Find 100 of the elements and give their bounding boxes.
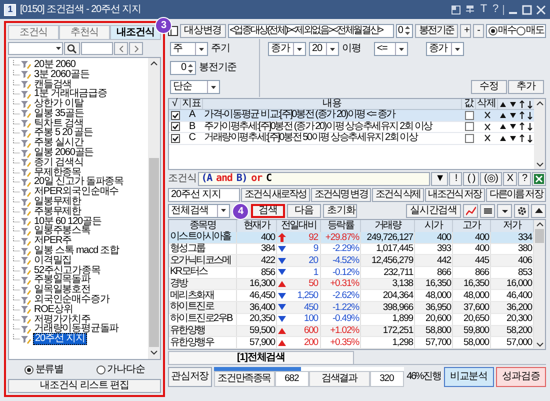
button[interactable]: 다음 — [287, 204, 321, 218]
dropdown[interactable]: 종가 — [268, 42, 306, 56]
dropdown[interactable]: 단순 — [170, 80, 220, 94]
dropdown[interactable]: <= — [374, 42, 408, 56]
radio-button[interactable] — [24, 364, 34, 374]
tree-item[interactable]: ROE상위 — [33, 304, 74, 315]
delete-icon[interactable] — [484, 122, 490, 131]
table-row[interactable]: 오가닉티코스메 422 20 -4.52% 12,456,279 442 445 406 — [169, 255, 534, 268]
tree-item[interactable]: 일봉무제한 — [33, 197, 82, 208]
name-field[interactable]: 20주선 지지 — [168, 188, 240, 202]
table-row[interactable]: 경방 16,300 50 +0.31% 3,138 16,350 16,350 16,000 — [169, 278, 534, 290]
tree-item[interactable]: 주봉무제한 — [33, 206, 82, 217]
radio-label[interactable]: 매수 — [498, 26, 516, 36]
checkbox[interactable] — [170, 134, 180, 143]
button[interactable]: 초기화 — [323, 204, 357, 218]
button[interactable]: 수정 — [471, 80, 507, 94]
button[interactable]: 다른이름 저장 — [486, 188, 546, 202]
delete-icon[interactable] — [484, 134, 490, 142]
table-row[interactable]: 형성그룹 384 9 -2.29% 1,017,445 393 400 380 — [169, 244, 534, 256]
tree-item[interactable]: 일목일봉호전 — [33, 285, 92, 296]
checkbox[interactable] — [464, 134, 474, 143]
checkbox[interactable] — [170, 122, 180, 132]
tab[interactable]: [1]전체검색 — [168, 351, 354, 364]
tree-item[interactable]: 이격밀집 — [33, 256, 73, 266]
tree-item[interactable]: 외국인순매수증가 — [33, 295, 110, 306]
button[interactable]: 실시간검색 — [406, 204, 461, 218]
scrollbar[interactable] — [534, 220, 545, 349]
table-row[interactable]: KR모터스 856 1 -0.12% 232,711 866 866 853 — [169, 267, 534, 279]
button[interactable]: ▼ — [431, 172, 448, 186]
collapse-button[interactable] — [531, 204, 546, 218]
arrow-down-icon[interactable] — [527, 100, 533, 108]
edit-list-button[interactable]: 내조건식 리스트 편집 — [8, 379, 161, 393]
tab[interactable]: 추천식 — [59, 25, 110, 40]
tree-item[interactable]: 20일 신고가 돌파종목 — [33, 177, 124, 188]
arrow-down-icon[interactable] — [527, 110, 533, 120]
tree-item[interactable]: 일봉주봉스톡 — [33, 226, 92, 236]
tree-item[interactable]: 틱차트 검색 — [33, 118, 84, 129]
tree-item[interactable]: 저PER주 — [33, 236, 73, 246]
radio-label[interactable]: 분류별 — [35, 364, 64, 374]
maximize-icon[interactable] — [522, 4, 532, 14]
checkbox[interactable] — [170, 110, 180, 120]
search-button[interactable] — [64, 42, 80, 55]
table-row[interactable]: 유한양행우 57,900 200 +0.35% 1,298 57,700 58,000 57,000 — [169, 337, 534, 349]
arrow-up-icon[interactable] — [519, 110, 525, 120]
list-button[interactable] — [480, 204, 495, 218]
close-icon[interactable] — [536, 4, 546, 14]
verify-button[interactable]: 성과검증 — [496, 367, 546, 387]
tree-item[interactable]: 저평가가치주 — [33, 314, 92, 325]
tree-item[interactable]: 52주신고가종목 — [33, 266, 102, 276]
chart-button[interactable] — [463, 204, 478, 218]
previous-button[interactable] — [114, 42, 128, 55]
title-bar-button[interactable]: ? — [491, 4, 499, 15]
scroll-thumb[interactable] — [149, 158, 159, 347]
input-field[interactable] — [81, 42, 113, 55]
tree-item[interactable]: 종기 검색식 — [33, 158, 84, 168]
tree-item[interactable]: 상한가 이탈 — [33, 99, 84, 110]
button[interactable]: ( ) — [463, 172, 480, 186]
scrollbar[interactable] — [534, 99, 545, 169]
table-row[interactable]: 유한양행 59,500 600 +1.02% 172,251 58,800 59,800 58,200 — [169, 326, 534, 338]
button[interactable]: X — [502, 172, 517, 186]
radio-button[interactable] — [488, 26, 498, 36]
table-row[interactable]: 이스트아시아홀 400 92 +29.87% 249,726,127 400 400 334 — [169, 232, 534, 244]
table-row[interactable]: 메리츠화재 46,450 1,250 -2.62% 204,364 48,000 48,000 46,400 — [169, 290, 534, 302]
tab[interactable]: 내조건식 — [110, 25, 161, 40]
formula-field[interactable]: (A and B) or C — [198, 172, 430, 186]
radio-label[interactable]: 매도 — [526, 26, 544, 36]
tree-item[interactable]: 캔들검색 — [33, 80, 73, 90]
condition-row[interactable]: B 주가이평추세:[주]0봉전 (종가 20)이평 상승추세유지 2회 이상 — [169, 122, 534, 133]
button[interactable]: 내조건식 저장 — [424, 188, 485, 202]
table-row[interactable]: 하이트진로2우B 20,350 100 -0.49% 1,899 20,600 20,650 20,300 — [169, 314, 534, 326]
tree-item[interactable]: 주봉 실시간 — [33, 138, 84, 148]
table-row[interactable]: 하이트진로 36,400 450 -1.22% 398,966 36,950 37,600 36,200 — [169, 302, 534, 314]
button[interactable]: ? — [518, 172, 531, 186]
button[interactable]: 조건식 새로작성 — [241, 188, 310, 202]
button[interactable]: 조건식 삭제 — [372, 188, 424, 202]
target-field[interactable]: <업종대상(전체)><제외없음><전체월결산> — [228, 24, 394, 38]
condition-row[interactable]: C 거래량이평추세:[주]0봉전 50이평 상승추세유지 2회 이상 — [169, 133, 534, 144]
tree-item[interactable]: 20분 2060 — [33, 60, 76, 70]
tree-item[interactable]: 거래량이동평균돌파 — [33, 324, 120, 334]
arrow-up-icon[interactable] — [519, 122, 525, 132]
spin-box[interactable]: 0 — [396, 24, 413, 38]
scrollbar[interactable] — [148, 58, 160, 359]
tree-item[interactable]: 1분 거래대금급증 — [33, 89, 108, 100]
next-button[interactable] — [129, 42, 143, 55]
watchlist-save-button[interactable]: 관심저장 — [168, 367, 212, 387]
radio-button[interactable] — [516, 26, 526, 36]
button[interactable]: 조건식명 변경 — [310, 188, 372, 202]
tree-item[interactable]: 일봉 35골든 — [33, 108, 85, 119]
button[interactable]: 검색 — [251, 204, 285, 218]
pin-icon[interactable] — [465, 4, 476, 14]
dropdown-button[interactable] — [497, 204, 512, 218]
arrow-up-icon[interactable] — [519, 134, 525, 143]
tree-item[interactable]: 20주선 지지 — [33, 333, 87, 346]
tree-item[interactable]: 저PER외국인순매수 — [33, 187, 120, 198]
radio-button[interactable] — [96, 364, 106, 374]
arrow-down-icon[interactable] — [527, 122, 533, 132]
compare-button[interactable]: 비교분석 — [444, 367, 494, 387]
radio-label[interactable]: 가나다순 — [107, 364, 145, 374]
tree-item[interactable]: 주봉일목돌파 — [33, 275, 92, 286]
tab[interactable]: 조건식 — [8, 25, 59, 40]
